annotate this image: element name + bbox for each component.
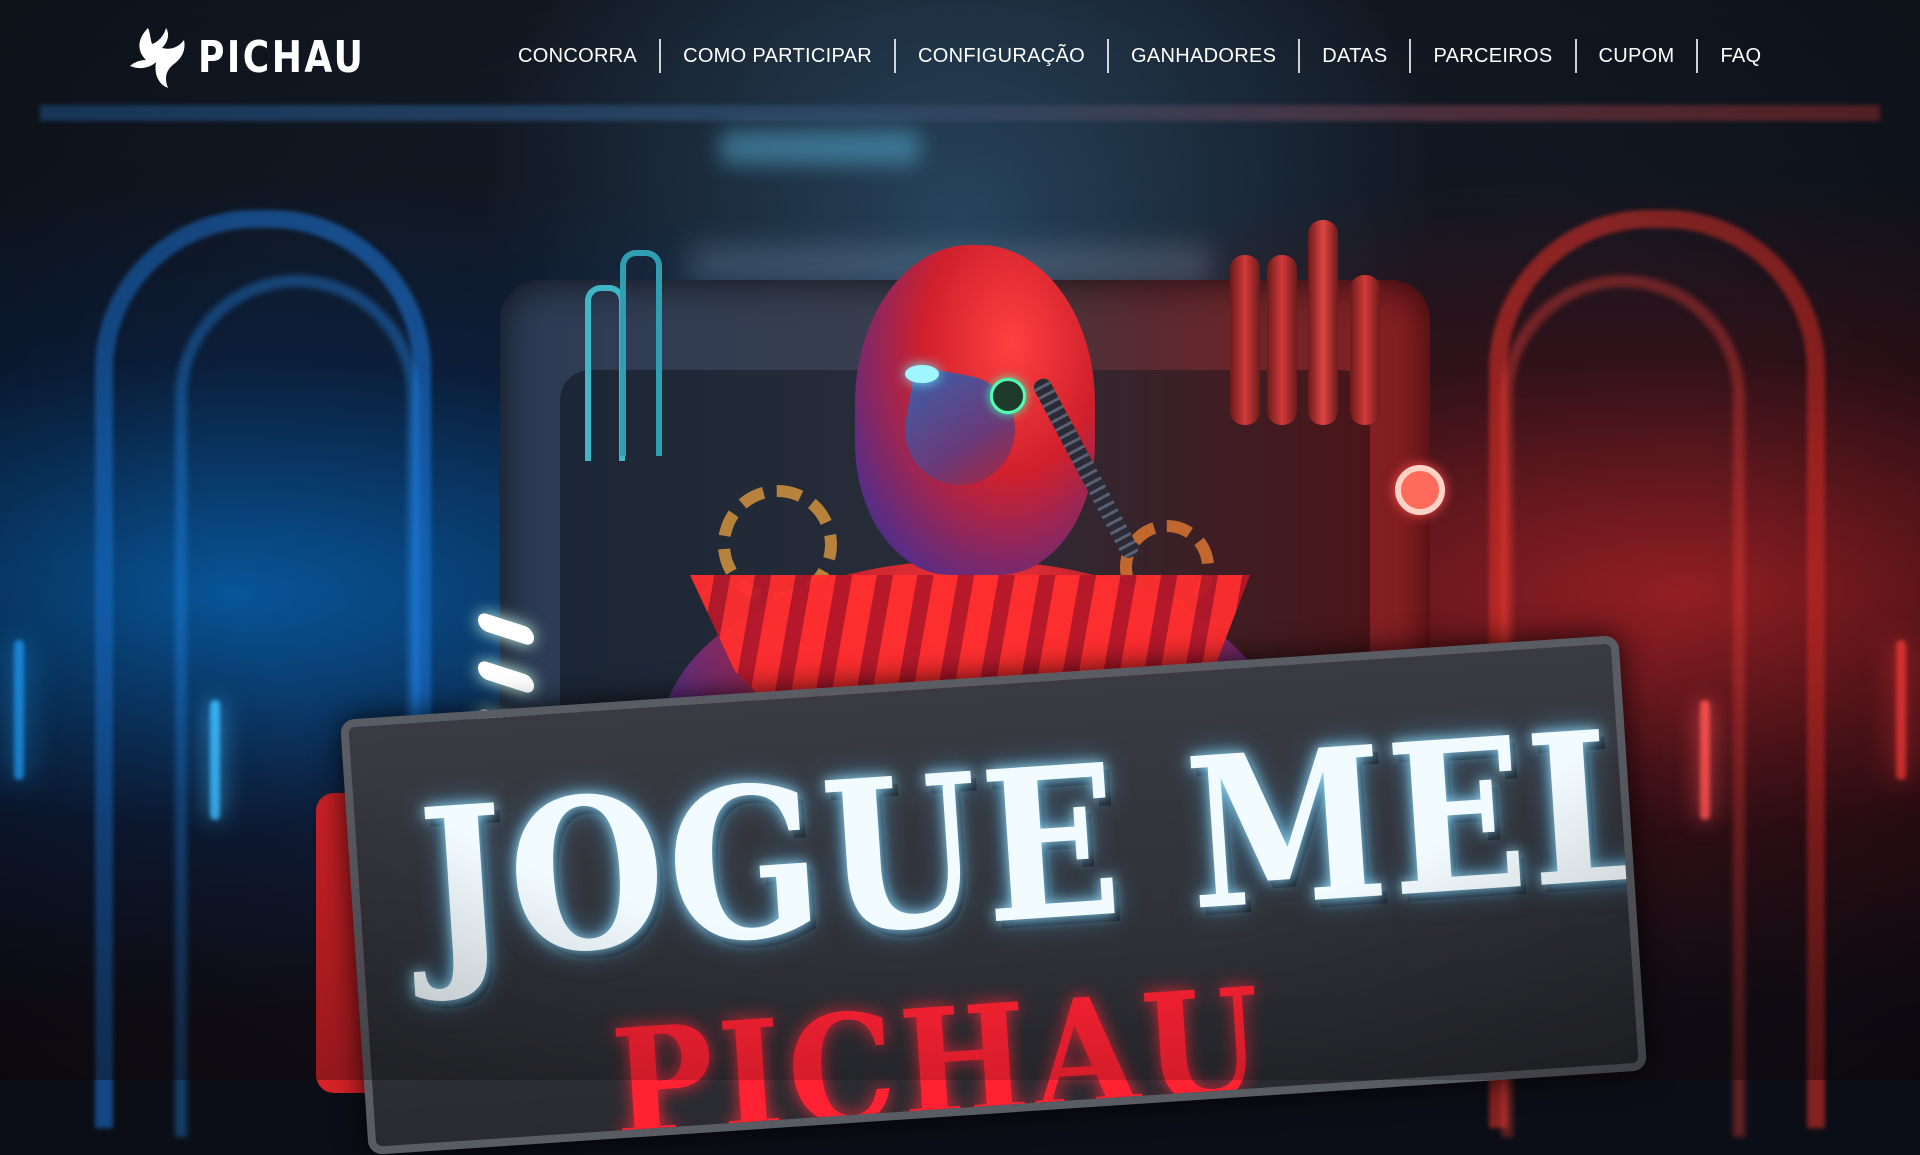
hero-title: JOGUE MELHOR — [413, 651, 1648, 1009]
left-neon-light — [210, 700, 220, 820]
main-menu: CONCORRA COMO PARTICIPAR CONFIGURAÇÃO GA… — [496, 38, 1783, 74]
top-navigation: PICHAU CONCORRA COMO PARTICIPAR CONFIGUR… — [0, 0, 1920, 115]
right-pipe — [1230, 255, 1260, 425]
cyber-eye — [990, 378, 1026, 414]
brand-name: PICHAU — [198, 31, 366, 83]
nav-item-ganhadores[interactable]: GANHADORES — [1109, 38, 1298, 74]
hero-banner: JOGUE MELHOR PICHAU — [340, 635, 1648, 1155]
brand-logo[interactable]: PICHAU — [128, 26, 402, 88]
right-pipe — [1267, 255, 1297, 425]
nav-item-datas[interactable]: DATAS — [1300, 38, 1409, 74]
left-pipe — [585, 285, 625, 461]
nav-item-cupom[interactable]: CUPOM — [1577, 38, 1697, 74]
left-pipe — [620, 250, 662, 456]
red-dial — [1395, 465, 1445, 515]
right-neon-light — [1700, 700, 1710, 820]
nav-item-configuracao[interactable]: CONFIGURAÇÃO — [896, 38, 1107, 74]
nav-item-como-participar[interactable]: COMO PARTICIPAR — [661, 38, 894, 74]
right-pipe — [1350, 275, 1380, 425]
right-neon-light — [1896, 640, 1906, 780]
left-neon-light — [14, 640, 24, 780]
nav-item-faq[interactable]: FAQ — [1698, 38, 1783, 74]
right-pipe — [1308, 220, 1338, 425]
hero-subtitle: PICHAU — [607, 954, 1272, 1155]
ceiling-light — [720, 130, 920, 165]
pichau-bird-logo-icon — [130, 28, 185, 88]
nav-item-parceiros[interactable]: PARCEIROS — [1411, 38, 1574, 74]
bird-eye — [905, 365, 939, 383]
nav-item-concorra[interactable]: CONCORRA — [496, 38, 659, 74]
